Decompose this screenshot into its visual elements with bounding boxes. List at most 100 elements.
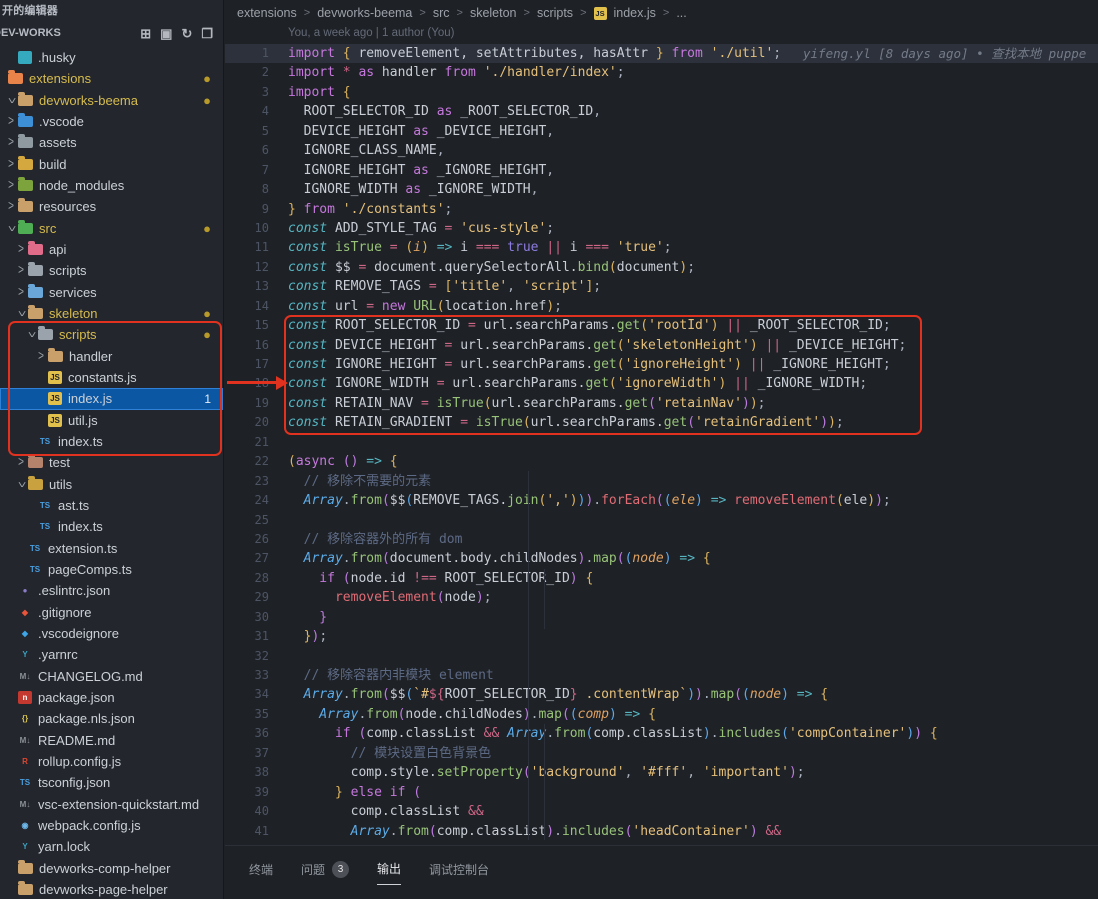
code-line-13[interactable]: 13const REMOVE_TAGS = ['title', 'script'… [225,277,1098,296]
code-line-37[interactable]: 37 // 模块设置白色背景色 [225,744,1098,763]
tree-item-README.md[interactable]: M↓README.md [0,730,223,751]
tree-item-package.nls.json[interactable]: {}package.nls.json [0,708,223,729]
tree-item-scripts[interactable]: >scripts [0,260,223,281]
tree-item-CHANGELOG.md[interactable]: M↓CHANGELOG.md [0,666,223,687]
code-line-12[interactable]: 12const $$ = document.querySelectorAll.b… [225,258,1098,277]
code-line-9[interactable]: 9} from './constants'; [225,200,1098,219]
code-line-36[interactable]: 36 if (comp.classList && Array.from(comp… [225,724,1098,743]
tree-item-pageComps.ts[interactable]: TSpageComps.ts [0,559,223,580]
chevron-right-icon[interactable]: > [4,114,18,129]
tree-item-index.ts[interactable]: TSindex.ts [0,516,223,537]
chevron-right-icon[interactable]: > [14,455,28,470]
breadcrumb-item[interactable]: devworks-beema [317,6,412,20]
code-line-18[interactable]: 18const IGNORE_WIDTH = url.searchParams.… [225,374,1098,393]
breadcrumb-item[interactable]: index.js [614,6,656,20]
tree-item-extension.ts[interactable]: TSextension.ts [0,538,223,559]
chevron-right-icon[interactable]: > [14,242,28,257]
explorer-section-header[interactable]: DEV-WORKS ⊞▣↻❐ [0,20,223,46]
breadcrumb-item[interactable]: extensions [237,6,297,20]
code-line-26[interactable]: 26 // 移除容器外的所有 dom [225,530,1098,549]
chevron-right-icon[interactable]: > [14,263,28,278]
chevron-down-icon[interactable]: > [13,477,28,491]
tree-item-yarn.lock[interactable]: Yyarn.lock [0,836,223,857]
panel-tab-输出[interactable]: 输出 [377,860,401,885]
code-line-40[interactable]: 40 comp.classList && [225,802,1098,821]
tree-item-devworks-page-helper[interactable]: devworks-page-helper [0,879,223,899]
tree-item-webpack.config.js[interactable]: ◉webpack.config.js [0,815,223,836]
panel-tab-终端[interactable]: 终端 [249,860,273,885]
code-line-31[interactable]: 31 }); [225,627,1098,646]
gitlens-authors-codelens[interactable]: You, a week ago | 1 author (You) [288,27,454,39]
code-line-2[interactable]: 2import * as handler from './handler/ind… [225,63,1098,82]
chevron-right-icon[interactable]: > [34,349,48,364]
collapse-all-icon[interactable]: ❐ [201,27,213,40]
tree-item-assets[interactable]: >assets [0,132,223,153]
chevron-down-icon[interactable]: > [13,307,28,321]
breadcrumb-item[interactable]: scripts [537,6,573,20]
code-line-41[interactable]: 41 Array.from(comp.classList).includes('… [225,822,1098,841]
tree-item-.husky[interactable]: .husky [0,47,223,68]
breadcrumb-item[interactable]: src [433,6,450,20]
tree-item-extensions[interactable]: extensions● [0,68,223,89]
code-line-35[interactable]: 35 Array.from(node.childNodes).map((comp… [225,705,1098,724]
tree-item-tsconfig.json[interactable]: TStsconfig.json [0,772,223,793]
code-line-34[interactable]: 34 Array.from($$(`#${ROOT_SELECTOR_ID} .… [225,685,1098,704]
tree-item-skeleton[interactable]: >skeleton● [0,303,223,324]
code-line-32[interactable]: 32 [225,647,1098,666]
code-line-8[interactable]: 8 IGNORE_WIDTH as _IGNORE_WIDTH, [225,180,1098,199]
panel-tab-问题[interactable]: 问题3 [301,860,349,885]
tree-item-vsc-extension-quickstart.md[interactable]: M↓vsc-extension-quickstart.md [0,793,223,814]
tree-item-constants.js[interactable]: JSconstants.js [0,367,223,388]
chevron-down-icon[interactable]: > [3,93,18,107]
refresh-icon[interactable]: ↻ [181,27,192,40]
tree-item-test[interactable]: >test [0,452,223,473]
tree-item-index.ts[interactable]: TSindex.ts [0,431,223,452]
tree-item-api[interactable]: >api [0,239,223,260]
code-line-39[interactable]: 39 } else if ( [225,783,1098,802]
tree-item-.yarnrc[interactable]: Y.yarnrc [0,644,223,665]
tree-item-.eslintrc.json[interactable]: ●.eslintrc.json [0,580,223,601]
code-line-21[interactable]: 21 [225,433,1098,452]
code-line-14[interactable]: 14const url = new URL(location.href); [225,297,1098,316]
code-line-22[interactable]: 22(async () => { [225,452,1098,471]
code-line-15[interactable]: 15const ROOT_SELECTOR_ID = url.searchPar… [225,316,1098,335]
tree-item-scripts[interactable]: >scripts● [0,324,223,345]
tree-item-index.js[interactable]: JSindex.js1 [0,388,223,409]
chevron-down-icon[interactable]: > [3,221,18,235]
tree-item-handler[interactable]: >handler [0,346,223,367]
code-line-33[interactable]: 33 // 移除容器内非模块 element [225,666,1098,685]
tree-item-node-modules[interactable]: >node_modules [0,175,223,196]
chevron-right-icon[interactable]: > [14,285,28,300]
tree-item-package.json[interactable]: npackage.json [0,687,223,708]
tree-item-devworks-comp-helper[interactable]: devworks-comp-helper [0,857,223,878]
code-line-24[interactable]: 24 Array.from($$(REMOVE_TAGS.join(',')))… [225,491,1098,510]
breadcrumb-item[interactable]: skeleton [470,6,517,20]
code-viewport[interactable]: 1import { removeElement, setAttributes, … [225,44,1098,841]
tree-item-src[interactable]: >src● [0,218,223,239]
code-line-29[interactable]: 29 removeElement(node); [225,588,1098,607]
chevron-down-icon[interactable]: > [23,328,38,342]
code-line-6[interactable]: 6 IGNORE_CLASS_NAME, [225,141,1098,160]
tree-item-rollup.config.js[interactable]: Rrollup.config.js [0,751,223,772]
code-line-11[interactable]: 11const isTrue = (i) => i === true || i … [225,238,1098,257]
code-line-30[interactable]: 30 } [225,608,1098,627]
code-line-28[interactable]: 28 if (node.id !== ROOT_SELECTOR_ID) { [225,569,1098,588]
tree-item-util.js[interactable]: JSutil.js [0,410,223,431]
new-folder-icon[interactable]: ▣ [160,27,172,40]
code-line-38[interactable]: 38 comp.style.setProperty('background', … [225,763,1098,782]
tree-item-services[interactable]: >services [0,282,223,303]
tree-item-build[interactable]: >build [0,154,223,175]
chevron-right-icon[interactable]: > [4,157,18,172]
new-file-icon[interactable]: ⊞ [140,27,151,40]
code-line-3[interactable]: 3import { [225,83,1098,102]
code-line-5[interactable]: 5 DEVICE_HEIGHT as _DEVICE_HEIGHT, [225,122,1098,141]
breadcrumb-item[interactable]: ... [676,6,686,20]
code-line-25[interactable]: 25 [225,511,1098,530]
code-line-27[interactable]: 27 Array.from(document.body.childNodes).… [225,549,1098,568]
code-line-16[interactable]: 16const DEVICE_HEIGHT = url.searchParams… [225,336,1098,355]
tree-item-.vscode[interactable]: >.vscode [0,111,223,132]
code-line-4[interactable]: 4 ROOT_SELECTOR_ID as _ROOT_SELECTOR_ID, [225,102,1098,121]
tree-item-ast.ts[interactable]: TSast.ts [0,495,223,516]
code-line-10[interactable]: 10const ADD_STYLE_TAG = 'cus-style'; [225,219,1098,238]
chevron-right-icon[interactable]: > [4,199,18,214]
